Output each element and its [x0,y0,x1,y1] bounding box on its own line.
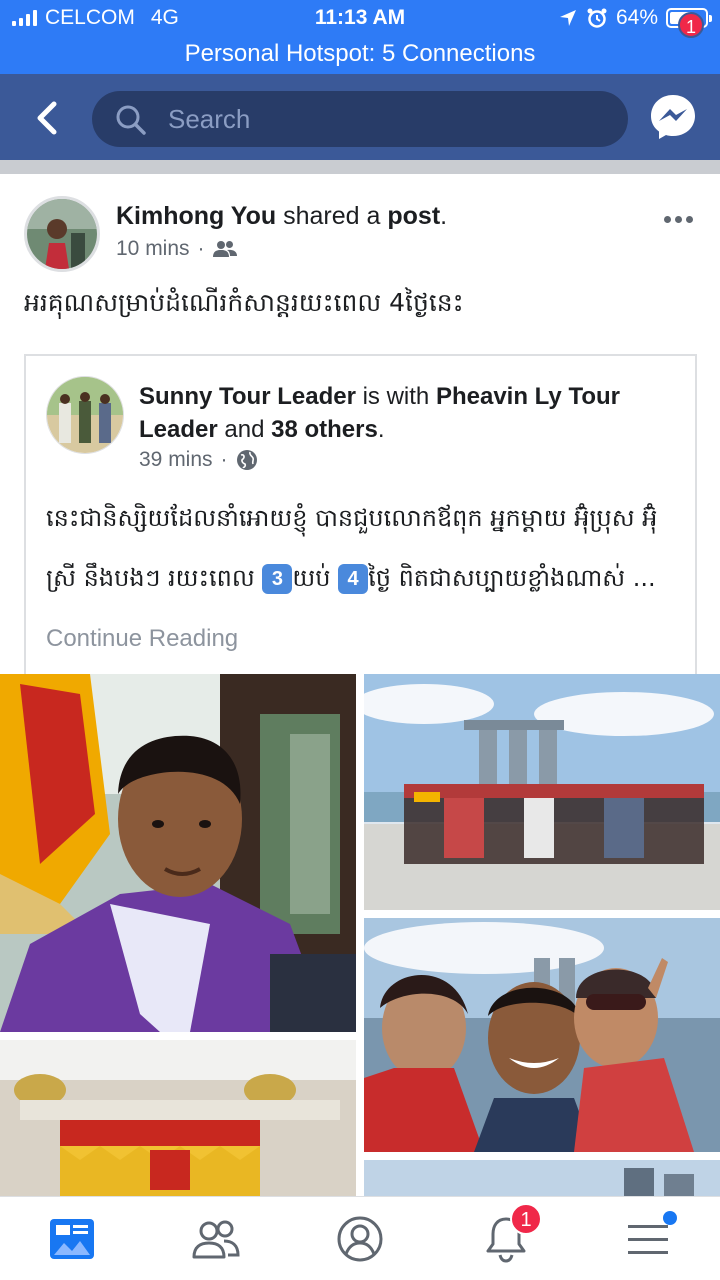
shared-post-meta: 39 mins · [139,448,258,472]
search-input[interactable] [168,99,598,139]
shared-text-part2: យប់ [292,564,339,592]
shared-post-card[interactable]: Sunny Tour Leader is with Pheavin Ly Tou… [24,354,697,684]
friends-icon [212,241,237,257]
shared-meta-separator: · [220,448,228,471]
with-text: is with [362,383,430,410]
shared-author-name[interactable]: Sunny Tour Leader [139,383,356,410]
keycap-4-emoji: 4 [338,564,369,594]
friends-tab-icon[interactable] [188,1211,244,1267]
action-text: shared a [283,202,381,230]
header-period: . [440,202,448,230]
shared-header-period: . [377,416,385,443]
tagged-others-link[interactable]: 38 others [271,416,378,443]
meta-separator: · [197,237,205,260]
top-nav-bar [0,74,720,160]
shared-author-avatar[interactable] [46,376,124,454]
photo-gate-flag[interactable] [0,1040,356,1196]
globe-icon [236,450,257,470]
more-options-icon[interactable] [664,216,693,223]
bottom-tab-bar [0,1196,720,1280]
shared-post-text: នេះជានិស្សិយដែលនាំអោយខ្ញុំ បានជួបលោកឪពុក… [46,488,686,669]
search-bar[interactable] [92,91,628,147]
hotspot-banner[interactable]: Personal Hotspot: 5 Connections [0,36,720,74]
photo-city-skyline[interactable] [364,1160,720,1196]
shared-post-link[interactable]: post [387,202,440,230]
photo-selfie-flag[interactable] [0,674,356,1032]
and-text: and [224,416,265,443]
notifications-badge: 1 [510,1203,542,1235]
author-name[interactable]: Kimhong You [116,202,276,230]
feed-post: Kimhong You shared a post. 10 mins · អរគ… [0,174,720,1196]
back-icon[interactable] [28,96,68,140]
battery-percent: 64% [615,6,658,29]
alarm-icon [587,8,607,28]
news-feed-icon[interactable] [44,1211,100,1267]
post-meta: 10 mins · [116,237,237,261]
profile-tab-icon[interactable] [332,1211,388,1267]
author-avatar[interactable] [24,196,100,272]
shared-text-part3: ថ្ងៃ ពិតជាសប្បាយខ្លាំងណាស់ ... [368,564,656,592]
location-icon [559,10,576,26]
photo-selfie-group[interactable] [364,918,720,1152]
post-text: អរគុណសម្រាប់ដំណើរកំសាន្តរយះពេល 4ថ្ងៃនេះ [24,288,464,317]
messenger-icon[interactable] [648,92,698,142]
shared-post-time[interactable]: 39 mins [139,448,213,472]
search-icon [116,105,146,135]
shared-post-header: Sunny Tour Leader is with Pheavin Ly Tou… [139,380,669,446]
menu-new-dot [663,1211,677,1225]
post-header: Kimhong You shared a post. [116,202,447,231]
continue-reading-link[interactable]: Continue Reading [46,625,238,652]
keycap-3-emoji: 3 [262,564,293,594]
status-bar: CELCOM 4G 11:13 AM 64% [0,0,720,36]
photo-group-marina-bay[interactable] [364,674,720,910]
post-time[interactable]: 10 mins [116,237,190,261]
messenger-badge: 1 [678,12,704,38]
feed-divider [0,160,720,174]
